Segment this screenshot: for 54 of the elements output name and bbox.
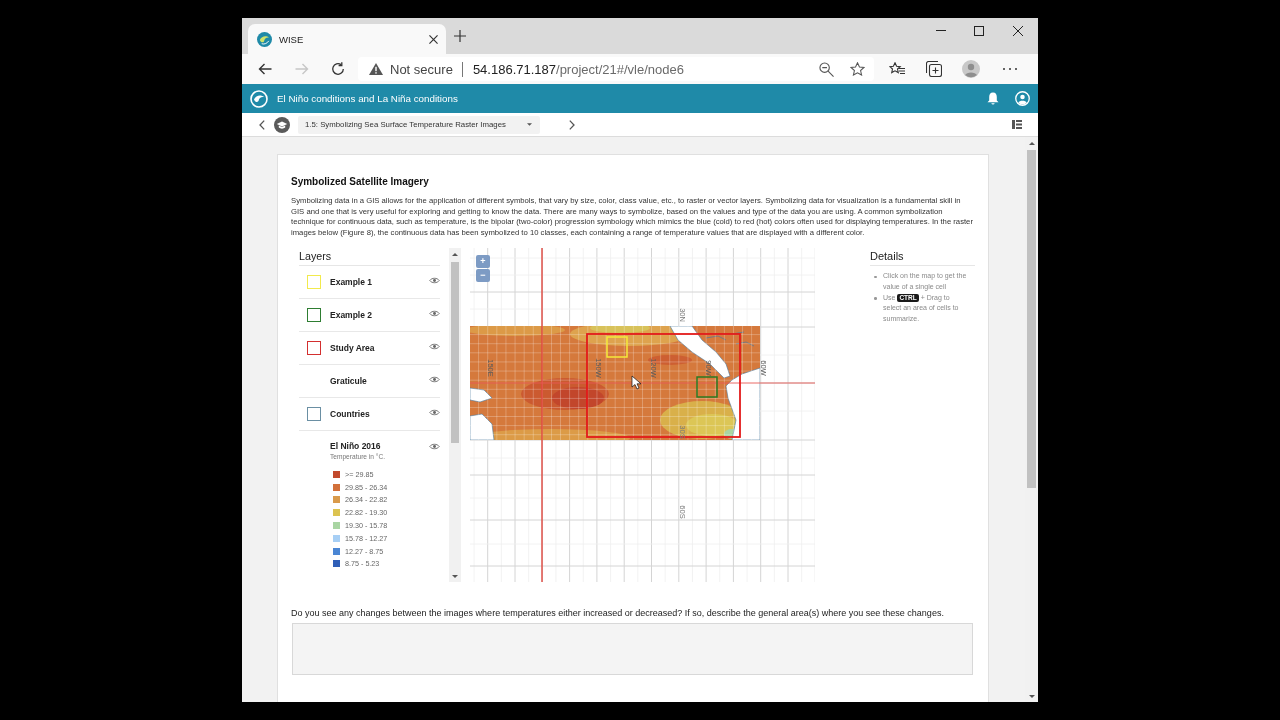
scrollbar[interactable] xyxy=(449,248,461,582)
bell-icon[interactable] xyxy=(987,92,999,105)
cursor-icon xyxy=(631,375,642,390)
favorites-icon[interactable] xyxy=(889,62,905,76)
eye-icon[interactable] xyxy=(429,408,440,416)
close-icon[interactable] xyxy=(429,34,438,44)
eye-icon[interactable] xyxy=(429,276,440,284)
course-title: El Niño conditions and La Niña conditions xyxy=(277,93,458,104)
bullet-icon xyxy=(874,275,877,278)
section-heading: Symbolized Satellite Imagery xyxy=(291,175,430,189)
layer-name: Graticule xyxy=(330,376,367,386)
star-icon[interactable] xyxy=(850,62,865,76)
back-chevron-icon[interactable] xyxy=(259,119,265,130)
scrollbar-thumb[interactable] xyxy=(1027,150,1036,488)
graduation-cap-icon xyxy=(274,116,290,133)
zoom-out-icon[interactable] xyxy=(819,61,834,77)
scroll-down-icon[interactable] xyxy=(452,574,458,578)
back-arrow-icon[interactable] xyxy=(258,63,272,75)
browser-tab[interactable]: WISE xyxy=(248,24,446,54)
new-tab-icon[interactable] xyxy=(454,30,466,42)
account-icon[interactable] xyxy=(1015,91,1030,106)
profile-icon[interactable] xyxy=(962,60,980,78)
security-label[interactable]: Not secure xyxy=(390,61,453,77)
layer-name: El Niño 2016 xyxy=(330,441,381,452)
scroll-up-icon[interactable] xyxy=(452,252,458,256)
close-icon[interactable] xyxy=(1013,25,1023,36)
forward-chevron-icon[interactable] xyxy=(569,119,575,130)
url-text[interactable]: 54.186.71.187/project/21#/vle/node6 xyxy=(472,61,684,77)
question-prompt: Do you see any changes between the images where temperatures either increased or decreased? If so, describe the general area(s) where you see these changes. xyxy=(291,607,945,619)
eye-icon[interactable] xyxy=(429,309,440,317)
layers-title: Layers xyxy=(299,248,440,266)
collections-icon[interactable] xyxy=(926,61,942,77)
answer-field[interactable] xyxy=(292,623,973,675)
layer-name: Countries xyxy=(330,409,370,419)
list-icon[interactable] xyxy=(1012,120,1022,129)
scrollbar-thumb[interactable] xyxy=(451,262,459,443)
scroll-down-icon[interactable] xyxy=(1028,694,1035,698)
eye-icon[interactable] xyxy=(429,342,440,350)
maximize-icon[interactable] xyxy=(974,25,984,36)
scroll-up-icon[interactable] xyxy=(1028,141,1035,145)
layer-name: Example 1 xyxy=(330,277,373,287)
app-logo-icon[interactable] xyxy=(250,89,268,108)
eye-icon[interactable] xyxy=(429,375,440,383)
layer-name: Example 2 xyxy=(330,310,373,320)
details-title: Details xyxy=(870,248,975,266)
address-bar[interactable]: Not secure 54.186.71.187/project/21#/vle/node6 xyxy=(358,57,874,81)
caret-icon xyxy=(527,123,532,126)
scrollbar[interactable] xyxy=(1025,137,1038,702)
app-logo-icon xyxy=(257,31,272,47)
layer-name: Study Area xyxy=(330,343,375,353)
bullet-icon xyxy=(874,297,877,300)
warning-icon xyxy=(369,63,383,75)
reload-icon[interactable] xyxy=(331,62,345,76)
eye-icon[interactable] xyxy=(429,443,440,450)
